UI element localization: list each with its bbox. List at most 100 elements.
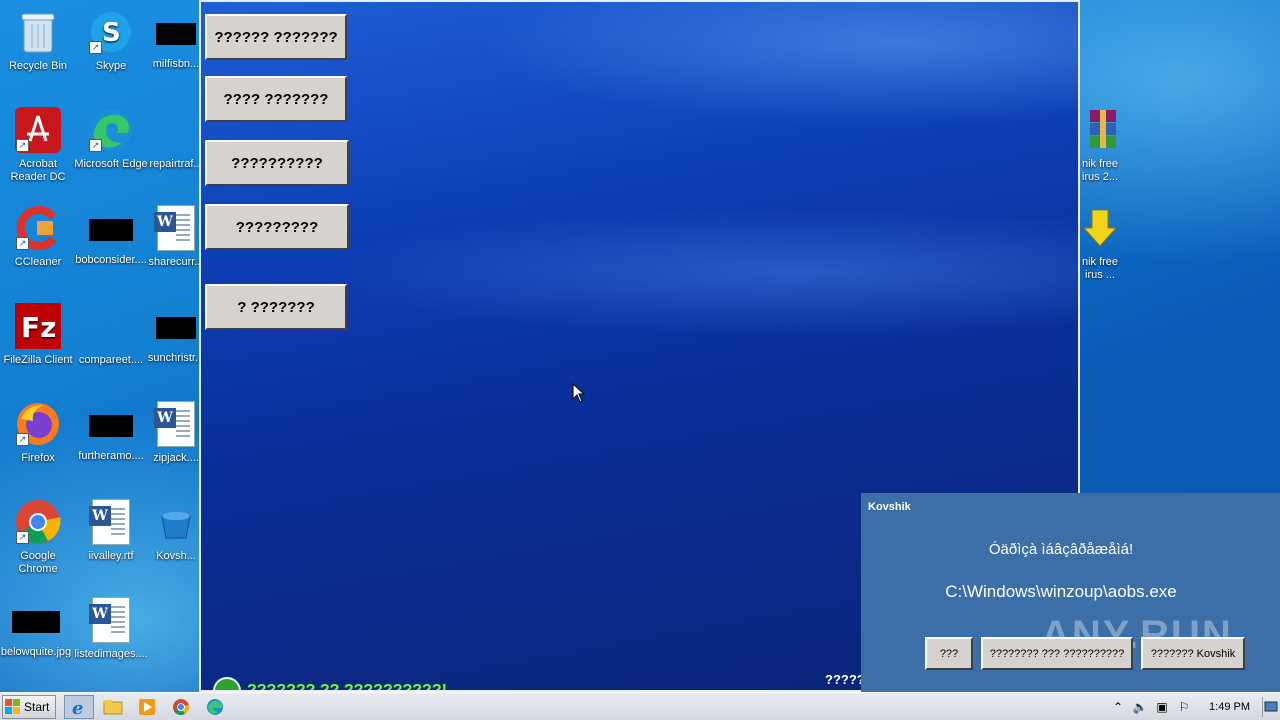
kovshik-icon (152, 498, 200, 546)
dialog-message: Óäðìçà ìáâçâðåæåìá! (988, 541, 1134, 558)
clock[interactable]: 1:49 PM (1209, 701, 1250, 713)
mouse-cursor-icon (572, 383, 586, 403)
desktop-icon-label: Firefox (21, 452, 55, 464)
desktop-icon-label: repairtraf... (149, 158, 203, 170)
desktop-icon-milfisbn[interactable]: milfisbn... (146, 14, 206, 71)
desktop-icon-label: listedimages.... (74, 648, 148, 660)
desktop-icon-iivalley[interactable]: W iivalley.rtf (73, 498, 149, 563)
edge-icon[interactable] (200, 695, 230, 719)
desktop-icon-label: FileZilla Client (3, 354, 73, 366)
desktop-icon-label: CCleaner (14, 256, 62, 268)
media-player-icon[interactable] (132, 695, 162, 719)
desktop-icon-sunchristr[interactable]: sunchristr... (146, 308, 206, 365)
check-icon (213, 677, 241, 690)
desktop-icon-firefox[interactable]: ↗ Firefox (0, 400, 76, 465)
desktop-icon-label: milfisbn... (152, 58, 200, 70)
edge-icon: ↗ (87, 106, 135, 154)
shortcut-arrow-icon: ↗ (16, 531, 29, 544)
desktop-icon-zipjack[interactable]: W zipjack.... (146, 400, 206, 465)
desktop-icon-label: iivalley.rtf (88, 550, 134, 562)
desktop-icon-bobconsider[interactable]: bobconsider.... (73, 210, 149, 267)
desktop-icon-label: Skype (95, 60, 127, 72)
desktop-icon-acrobat[interactable]: ↗ Acrobat Reader DC (0, 106, 76, 184)
word-doc-icon: W (152, 204, 200, 252)
desktop-icon-sharecurr[interactable]: W sharecurr... (146, 204, 206, 269)
desktop-icon-label: bobconsider.... (75, 254, 147, 266)
black-box-icon (87, 406, 135, 446)
desktop-icon-label: compareet.... (78, 354, 144, 366)
dialog-path: C:\Windows\winzoup\aobs.exe (945, 582, 1177, 601)
black-box-icon (12, 602, 60, 642)
show-desktop-button[interactable] (1262, 696, 1278, 717)
desktop-icon-label: Recycle Bin (8, 60, 68, 72)
shortcut-arrow-icon: ↗ (16, 433, 29, 446)
word-doc-icon: W (87, 498, 135, 546)
explorer-folder-icon[interactable] (98, 695, 128, 719)
winrar-icon (1076, 106, 1124, 154)
internet-explorer-icon[interactable]: e (64, 694, 95, 719)
desktop-icon-recycle-bin[interactable]: Recycle Bin (0, 8, 76, 73)
volume-icon[interactable]: 🔈 (1131, 700, 1149, 714)
ccleaner-icon: ↗ (14, 204, 62, 252)
progress-row: ??????? ?? ??????????! (213, 677, 447, 692)
desktop-icon-label: furtheramo.... (78, 450, 144, 462)
desktop-icon-label: Acrobat Reader DC (10, 158, 66, 183)
malware-button-2[interactable]: ???? ??????? (205, 76, 347, 122)
network-icon[interactable]: ▣ (1153, 700, 1171, 714)
dialog-title: Kovshik (868, 501, 911, 513)
recycle-bin-icon (14, 8, 62, 56)
desktop-icon-chrome[interactable]: ↗ Google Chrome (0, 498, 76, 576)
desktop-icon-label: belowquite.jpg (0, 646, 72, 658)
skype-icon: S ↗ (87, 8, 135, 56)
word-doc-icon: W (152, 400, 200, 448)
firefox-icon: ↗ (14, 400, 62, 448)
chevron-up-icon[interactable]: ⌃ (1109, 700, 1127, 714)
desktop-icon-compareet[interactable]: compareet.... (73, 302, 149, 367)
download-icon (1076, 204, 1124, 252)
status-text: ????? (825, 672, 865, 687)
desktop-icon-label: Google Chrome (18, 550, 58, 575)
shortcut-arrow-icon: ↗ (16, 139, 29, 152)
word-doc-icon: W (87, 596, 135, 644)
desktop-icon-label: sharecurr... (148, 256, 204, 268)
desktop-icon-ccleaner[interactable]: ↗ CCleaner (0, 204, 76, 269)
start-label: Start (24, 699, 50, 714)
desktop-icon-filezilla[interactable]: Fz FileZilla Client (0, 302, 76, 367)
desktop-icon-belowquite[interactable]: belowquite.jpg (0, 602, 74, 659)
windows-logo-icon (5, 698, 21, 715)
shortcut-arrow-icon: ↗ (16, 237, 29, 250)
desktop-icon-listedimages[interactable]: W listedimages.... (73, 596, 149, 661)
chrome-icon[interactable] (166, 695, 196, 719)
dialog-button-3[interactable]: ??????? Kovshik (1141, 637, 1245, 670)
desktop-icon-edge[interactable]: ↗ Microsoft Edge (73, 106, 149, 171)
desktop-icon-furtheramo[interactable]: furtheramo.... (73, 406, 149, 463)
shortcut-arrow-icon: ↗ (89, 139, 102, 152)
malware-button-3[interactable]: ?????????? (205, 140, 349, 186)
system-tray: ⌃ 🔈 ▣ ⚐ 1:49 PM (1107, 693, 1280, 720)
chrome-icon: ↗ (14, 498, 62, 546)
desktop-icon-label: sunchristr... (147, 352, 205, 364)
taskbar: Start e ⌃ 🔈 ▣ ⚐ 1:49 PM (0, 692, 1280, 720)
black-box-icon (87, 210, 135, 250)
shortcut-arrow-icon: ↗ (89, 41, 102, 54)
start-button[interactable]: Start (2, 694, 57, 719)
desktop-icon-label: Kovsh... (156, 550, 196, 562)
malware-button-1[interactable]: ?????? ??????? (205, 14, 347, 60)
svg-text:e: e (72, 698, 83, 717)
dialog-button-1[interactable]: ??? (925, 637, 973, 670)
desktop-icon-repairtraf[interactable]: repairtraf... (146, 106, 206, 171)
progress-text: ??????? ?? ??????????! (247, 682, 447, 692)
dialog-button-2[interactable]: ???????? ??? ?????????? (981, 637, 1133, 670)
filezilla-icon: Fz (14, 302, 62, 350)
kovshik-dialog: Kovshik Óäðìçà ìáâçâðåæåìá! C:\Windows\w… (861, 493, 1280, 692)
black-box-icon (152, 14, 200, 54)
malware-button-5[interactable]: ? ??????? (205, 284, 347, 330)
malware-button-4[interactable]: ????????? (205, 204, 349, 250)
black-box-icon (152, 308, 200, 348)
desktop-icon-label: Microsoft Edge (74, 158, 148, 170)
flag-icon[interactable]: ⚐ (1175, 700, 1193, 714)
acrobat-icon: ↗ (14, 106, 62, 154)
desktop-icon-skype[interactable]: S ↗ Skype (73, 8, 149, 73)
desktop-icon-label: zipjack.... (153, 452, 199, 464)
desktop-icon-kovshik[interactable]: Kovsh... (146, 498, 206, 563)
